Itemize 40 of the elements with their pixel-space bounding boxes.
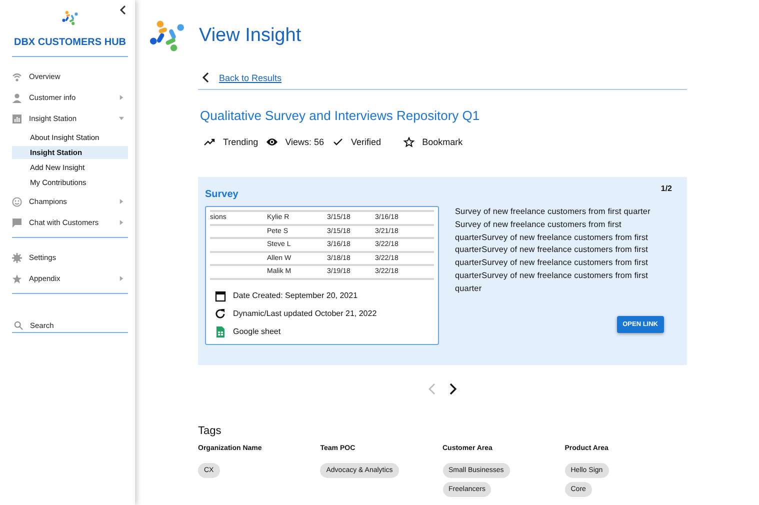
eye-icon <box>266 137 278 147</box>
gear-icon <box>12 252 22 262</box>
meta-label: Verified <box>351 137 382 147</box>
chat-icon <box>12 218 22 228</box>
meta-label: Views: 56 <box>285 137 324 147</box>
caret-icon <box>119 220 124 225</box>
smiley-icon <box>12 196 22 206</box>
app-title: DBX CUSTOMERS HUB <box>12 37 128 57</box>
page-counter: 1/2 <box>660 184 672 193</box>
caret-icon <box>119 199 124 204</box>
page-title: View Insight <box>199 25 302 47</box>
star-icon[interactable] <box>403 137 416 147</box>
detail-text: Date Created: September 20, 2021 <box>233 291 358 300</box>
insight-title: Qualitative Survey and Interviews Repository Q1 <box>200 108 481 123</box>
star-icon <box>12 274 22 284</box>
spreadsheet-icon <box>215 326 226 338</box>
bar-chart-icon <box>12 114 22 124</box>
card-title: Survey <box>205 189 238 200</box>
detail-text: Google sheet <box>233 327 281 336</box>
trending-up-icon <box>204 137 216 147</box>
caret-icon <box>119 116 124 121</box>
meta-label[interactable]: Bookmark <box>422 137 463 147</box>
card-description: Survey of new freelance customers from first quarter Survey of new freelance customers from first quarterSurvey of new freelance customers from first quarterSurvey of new freelance customers from first quarterSurvey of new freelance customers from first quarterSurvey of new freelance customers from first quarter <box>455 206 652 295</box>
calendar-icon <box>215 290 226 302</box>
document-preview[interactable] <box>205 206 439 344</box>
caret-icon <box>119 95 124 100</box>
tags-title: Tags <box>198 424 222 436</box>
person-icon <box>12 92 22 102</box>
detail-text: Dynamic/Last updated October 21, 2022 <box>233 309 377 318</box>
checkmark-icon <box>332 137 344 147</box>
logo-icon <box>150 20 184 52</box>
logo-icon <box>62 11 78 25</box>
refresh-icon <box>215 308 226 320</box>
caret-icon <box>119 276 124 281</box>
next-icon[interactable] <box>449 382 457 394</box>
wifi-icon <box>12 72 22 82</box>
collapse-icon[interactable] <box>119 5 127 15</box>
search-icon <box>14 321 23 330</box>
meta-label: Trending <box>223 137 258 147</box>
back-link[interactable]: Back to Results <box>219 72 282 82</box>
